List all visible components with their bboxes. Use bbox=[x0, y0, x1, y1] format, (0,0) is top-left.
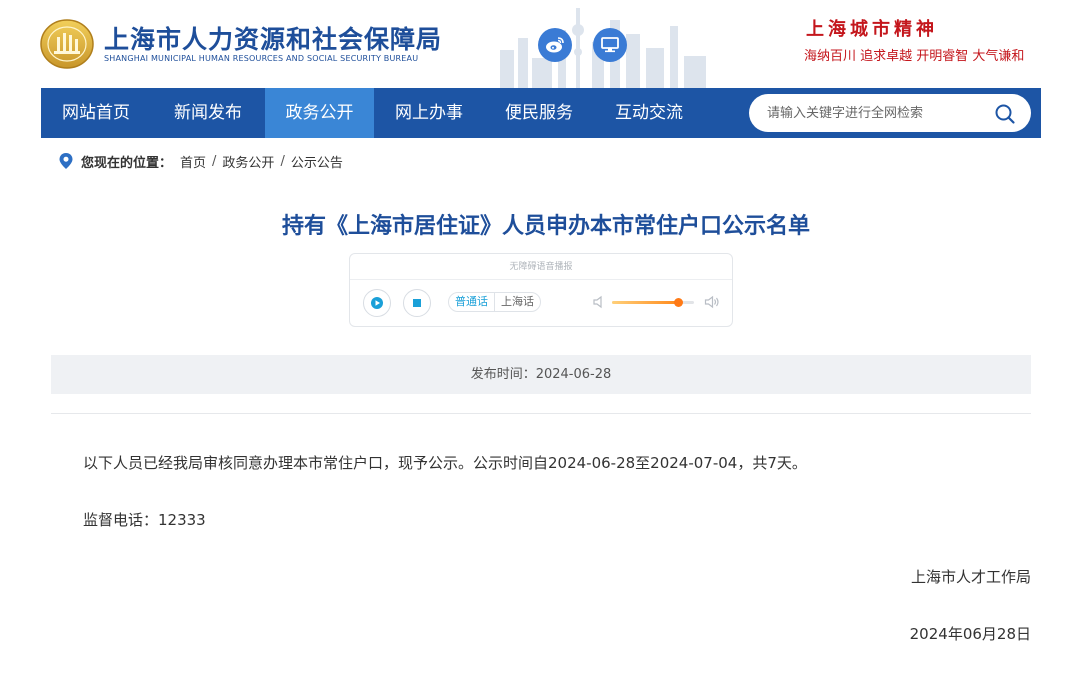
bureau-emblem-icon[interactable] bbox=[40, 17, 94, 69]
nav-item-online-services[interactable]: 网上办事 bbox=[374, 88, 484, 138]
nav-item-news[interactable]: 新闻发布 bbox=[151, 88, 265, 138]
page-title: 持有《上海市居住证》人员申办本市常住户口公示名单 bbox=[281, 214, 810, 239]
breadcrumb-separator: / bbox=[280, 153, 285, 169]
language-selector: 普通话 上海话 bbox=[448, 292, 541, 312]
breadcrumb-label: 您现在的位置： bbox=[81, 155, 173, 171]
stop-button[interactable] bbox=[403, 289, 431, 317]
nav-item-gov-affairs[interactable]: 政务公开 bbox=[265, 88, 374, 138]
site-header: 上海市人力资源和社会保障局 SHANGHAI MUNICIPAL HUMAN R… bbox=[0, 0, 1092, 88]
announcement-paragraph: 以下人员已经我局审核同意办理本市常住户口，现予公示。公示时间自2024-06-2… bbox=[83, 454, 807, 472]
search-box bbox=[749, 94, 1031, 132]
breadcrumb-separator: / bbox=[212, 153, 217, 169]
monitor-icon bbox=[601, 37, 619, 53]
nav-item-home[interactable]: 网站首页 bbox=[41, 88, 151, 138]
breadcrumb-announcements[interactable]: 公示公告 bbox=[291, 152, 343, 171]
search-input[interactable] bbox=[767, 103, 987, 123]
search-icon[interactable] bbox=[994, 103, 1016, 125]
breadcrumb-home[interactable]: 首页 bbox=[180, 152, 206, 171]
site-subtitle: SHANGHAI MUNICIPAL HUMAN RESOURCES AND S… bbox=[104, 54, 419, 63]
weibo-icon bbox=[546, 37, 564, 53]
accessibility-audio-player: 无障碍语音播报 普通话 上海话 bbox=[349, 253, 733, 327]
signature-organization: 上海市人才工作局 bbox=[910, 568, 1031, 586]
hotline-paragraph: 监督电话：12333 bbox=[83, 511, 206, 529]
stop-icon bbox=[413, 299, 421, 307]
content-divider bbox=[51, 413, 1031, 414]
nav-item-interaction[interactable]: 互动交流 bbox=[594, 88, 704, 138]
volume-low-icon[interactable] bbox=[592, 295, 606, 309]
volume-slider-fill bbox=[612, 301, 678, 304]
publish-date-bar: 发布时间：2024-06-28 bbox=[51, 355, 1031, 394]
lang-shanghainese-option[interactable]: 上海话 bbox=[495, 293, 540, 311]
breadcrumb: 您现在的位置： 首页 / 政务公开 / 公示公告 bbox=[58, 151, 343, 171]
monitor-button[interactable] bbox=[593, 28, 627, 62]
location-pin-icon bbox=[59, 153, 73, 169]
breadcrumb-gov-affairs[interactable]: 政务公开 bbox=[222, 152, 274, 171]
weibo-button[interactable] bbox=[538, 28, 572, 62]
signature-date: 2024年06月28日 bbox=[909, 625, 1031, 643]
lang-mandarin-option[interactable]: 普通话 bbox=[449, 293, 495, 311]
city-spirit-slogan: 海纳百川 追求卓越 开明睿智 大气谦和 bbox=[804, 49, 1025, 64]
play-icon bbox=[371, 297, 383, 309]
site-title[interactable]: 上海市人力资源和社会保障局 bbox=[104, 20, 442, 56]
main-nav: 网站首页 新闻发布 政务公开 网上办事 便民服务 互动交流 bbox=[41, 88, 1041, 138]
volume-slider-handle[interactable] bbox=[673, 298, 683, 307]
volume-high-icon[interactable] bbox=[704, 295, 720, 309]
city-spirit-title: 上海城市精神 bbox=[806, 19, 938, 40]
player-header: 无障碍语音播报 bbox=[350, 254, 732, 280]
play-button[interactable] bbox=[363, 289, 391, 317]
nav-item-convenience[interactable]: 便民服务 bbox=[484, 88, 594, 138]
volume-slider[interactable] bbox=[612, 298, 694, 307]
